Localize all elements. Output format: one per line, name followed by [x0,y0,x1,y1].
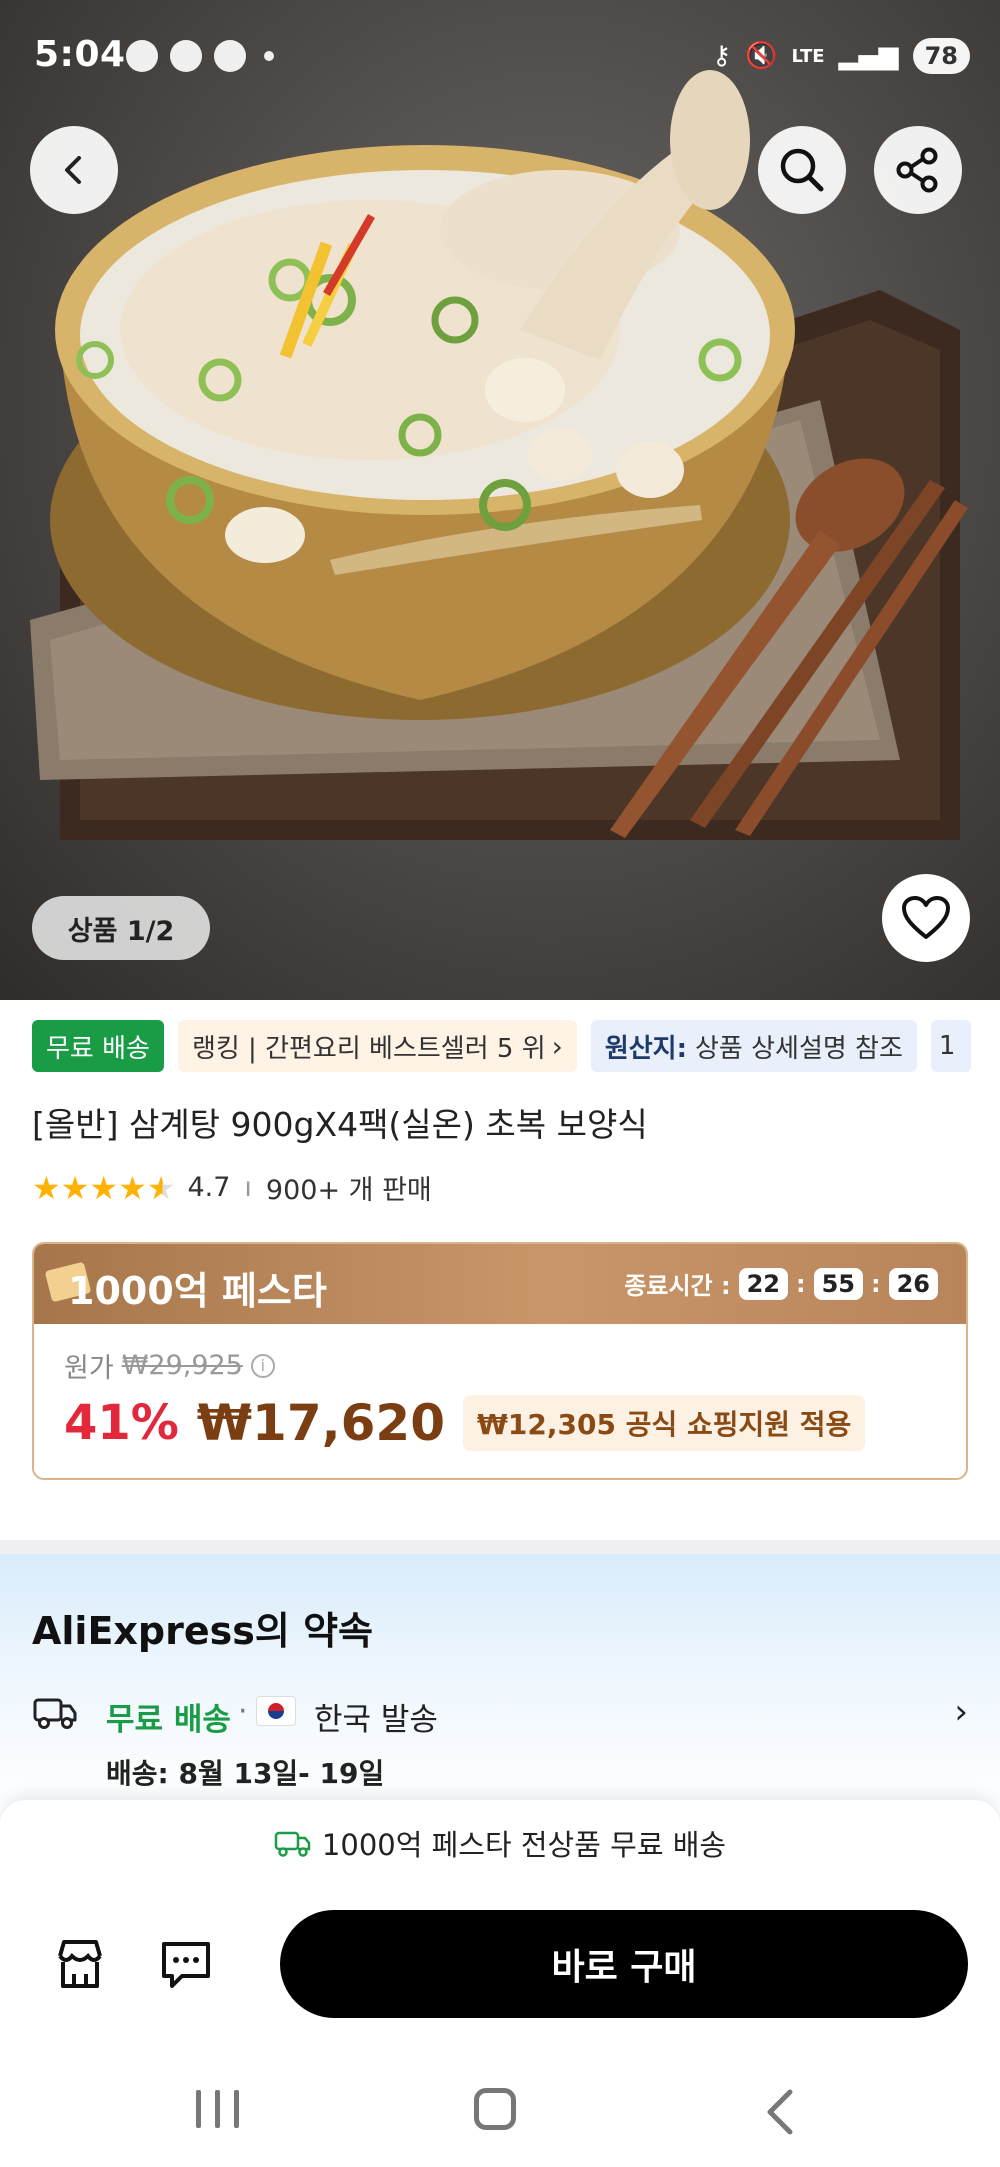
status-right-icons: ⚷ 🔇 LTE ▂▄▆ 78 [712,38,970,74]
original-price-row: 원가 ₩29,925 i [64,1346,275,1385]
section-divider [0,1540,1000,1554]
rating-value: 4.7 [187,1172,231,1203]
status-time: 5:04 [34,34,126,75]
festa-title: 1000억 페스타 [68,1269,327,1313]
search-button[interactable] [758,126,846,214]
status-bar: 5:04 ⚷ 🔇 LTE ▂▄▆ 78 [0,0,1000,112]
promise-title: AliExpress의 약속 [32,1609,373,1653]
recent-apps-button[interactable] [196,2090,239,2128]
store-icon[interactable] [52,1936,108,1992]
product-image-gallery[interactable]: 5:04 ⚷ 🔇 LTE ▂▄▆ 78 상품 1/2 [0,0,1000,1000]
search-icon [780,148,824,192]
rating-separator: ı [244,1172,252,1203]
battery-indicator: 78 [912,38,970,74]
product-title: [올반] 삼계탕 900gX4팩(실온) 초복 보양식 [32,1105,648,1144]
shipping-separator: · [238,1694,248,1729]
heart-icon [902,896,950,939]
ship-from: 한국 발송 [314,1702,438,1738]
star-icon: ★ [118,1168,147,1207]
korea-flag-icon [256,1696,296,1726]
home-button[interactable] [474,2088,516,2130]
action-row: 바로 구매 [0,1910,1000,2020]
original-price-label: 원가 [64,1353,114,1384]
truck-icon [33,1698,77,1729]
buy-now-button[interactable]: 바로 구매 [280,1910,968,2018]
info-icon[interactable]: i [250,1353,275,1378]
sold-count: 900+ 개 판매 [265,1175,432,1206]
timer-label: 종료시간 : [624,1272,731,1300]
share-button[interactable] [874,126,962,214]
free-shipping-banner: 1000억 페스타 전상품 무료 배송 [0,1822,1000,1864]
festa-header: 1000억 페스타 종료시간 : 22 : 55 : 26 [34,1244,966,1324]
timer-colon: : [795,1269,806,1298]
recents-bar-icon [196,2090,201,2128]
signal-icon: ▂▄▆ [838,41,899,71]
timer-minutes: 55 [813,1267,863,1300]
discount-percent: 41% [64,1395,179,1451]
chat-icon[interactable] [158,1936,214,1992]
network-type: LTE [791,45,825,67]
chevron-right-icon: › [551,1029,563,1063]
recents-bar-icon [215,2090,220,2128]
timer-hours: 22 [738,1267,788,1300]
ranking-tag[interactable]: 랭킹 | 간편요리 베스트셀러 5 위 › [177,1020,577,1072]
image-counter: 상품 1/2 [32,896,210,960]
free-shipping-tag: 무료 배송 [32,1020,164,1072]
original-price: ₩29,925 [121,1350,243,1381]
recents-bar-icon [234,2090,239,2128]
more-notifications-dot-icon [264,51,274,61]
chat-bubble-icon [170,40,202,72]
price-row: 41% ₩17,620 ₩12,305 공식 쇼핑지원 적용 [64,1394,866,1452]
shipping-row[interactable]: 무료 배송 · 한국 발송 › [32,1684,968,1744]
origin-value: 상품 상세설명 참조 [695,1033,903,1064]
origin-label: 원산지: [604,1033,687,1064]
shipping-free-label: 무료 배송 [106,1702,231,1738]
chevron-left-icon [65,156,81,184]
screenshot-icon [214,40,246,72]
product-photo [30,70,968,840]
mute-icon: 🔇 [745,41,778,71]
subsidy-badge: ₩12,305 공식 쇼핑지원 적용 [463,1395,866,1451]
wishlist-button[interactable] [882,874,970,962]
back-nav-icon[interactable] [760,2088,800,2136]
star-icon: ★ [89,1168,118,1207]
delivery-date: 배송: 8월 13일- 19일 [106,1757,385,1790]
timer-colon: : [870,1269,881,1298]
rating-row[interactable]: ★ ★ ★ ★ ★ 4.7 ı 900+ 개 판매 [32,1168,432,1207]
key-icon: ⚷ [712,41,732,71]
ranking-text: 랭킹 | 간편요리 베스트셀러 5 위 [191,1033,546,1064]
half-star-icon: ★ [146,1168,176,1207]
origin-tag: 원산지: 상품 상세설명 참조 [590,1020,917,1072]
star-icon: ★ [60,1168,90,1207]
free-delivery-truck-icon [274,1831,311,1857]
star-icon: ★ [32,1168,61,1207]
rating-stars: ★ ★ ★ ★ ★ [32,1168,176,1207]
chevron-right-icon[interactable]: › [954,1692,968,1732]
back-button[interactable] [30,126,118,214]
system-nav-bar [0,2060,1000,2167]
sale-price: ₩17,620 [196,1394,445,1452]
free-banner-text: 1000억 페스타 전상품 무료 배송 [321,1828,727,1862]
festa-price-card: 1000억 페스타 종료시간 : 22 : 55 : 26 원가 ₩29,925… [32,1242,968,1480]
notification-app-icon [126,40,158,72]
share-icon [896,147,938,193]
timer-seconds: 26 [888,1267,938,1300]
product-tags: 무료 배송 랭킹 | 간편요리 베스트셀러 5 위 › 원산지: 상품 상세설명… [32,1020,971,1072]
notification-icons [126,40,274,72]
more-tag: 1 [930,1020,971,1072]
countdown-timer: 종료시간 : 22 : 55 : 26 [624,1266,938,1301]
